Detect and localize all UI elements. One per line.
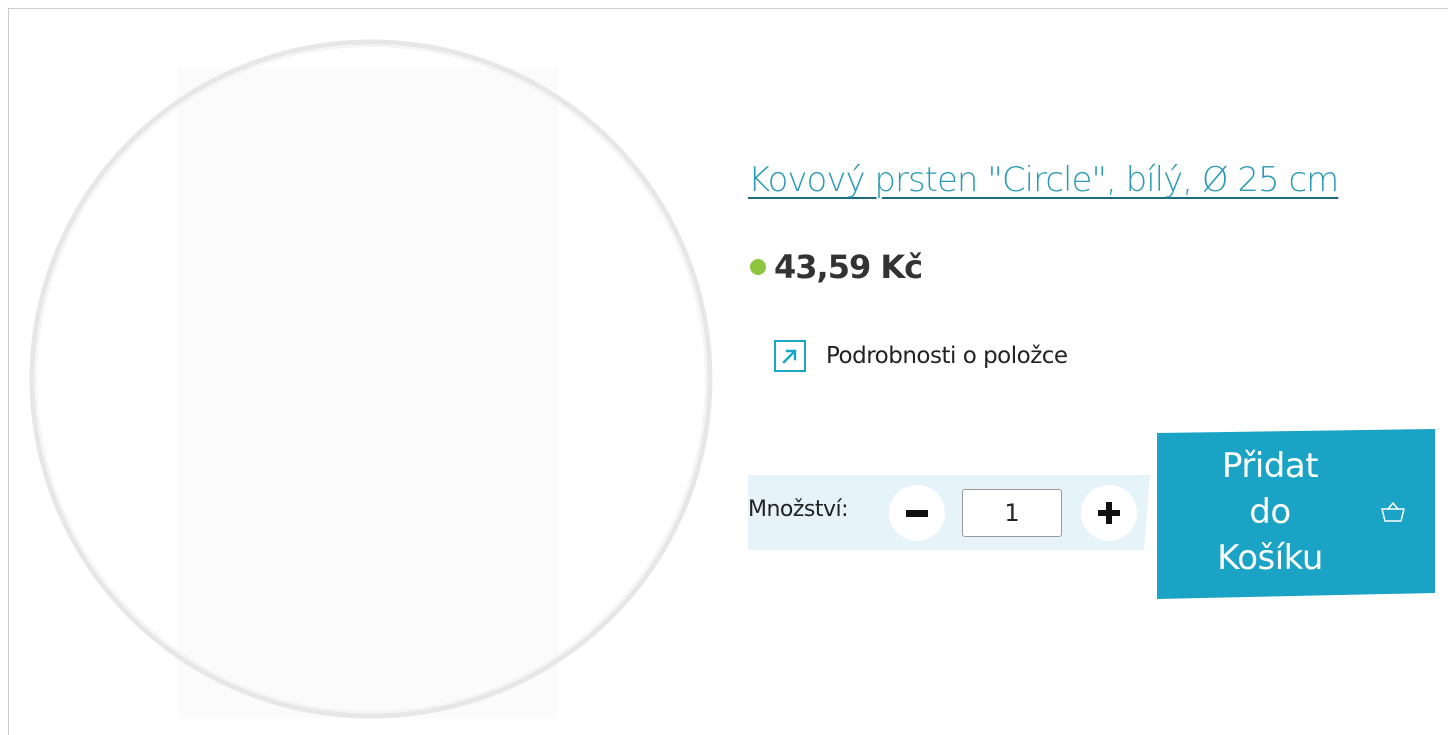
add-to-cart-line: do: [1249, 492, 1291, 532]
quantity-label: Množství:: [748, 497, 849, 522]
availability-dot: [750, 259, 766, 275]
increase-quantity-button[interactable]: [1081, 485, 1137, 541]
add-to-cart-line: Přidat: [1221, 446, 1319, 486]
item-details-label: Podrobnosti o položce: [826, 343, 1068, 369]
product-price: 43,59 Kč: [774, 248, 923, 286]
quantity-input[interactable]: [962, 489, 1062, 537]
product-title-link[interactable]: Kovový prsten "Circle", bílý, Ø 25 cm: [748, 160, 1339, 200]
decrease-quantity-button[interactable]: [889, 485, 945, 541]
add-to-cart-line: Košíku: [1217, 538, 1323, 578]
arrow-up-right-icon: [774, 340, 806, 372]
plus-icon: [1098, 502, 1120, 524]
add-to-cart-label[interactable]: Přidat do Košíku: [1205, 443, 1335, 581]
minus-icon: [906, 510, 928, 517]
price-row: 43,59 Kč: [750, 248, 923, 286]
basket-icon[interactable]: [1380, 500, 1406, 524]
product-image[interactable]: [28, 38, 714, 720]
item-details-link[interactable]: Podrobnosti o položce: [774, 340, 1068, 372]
